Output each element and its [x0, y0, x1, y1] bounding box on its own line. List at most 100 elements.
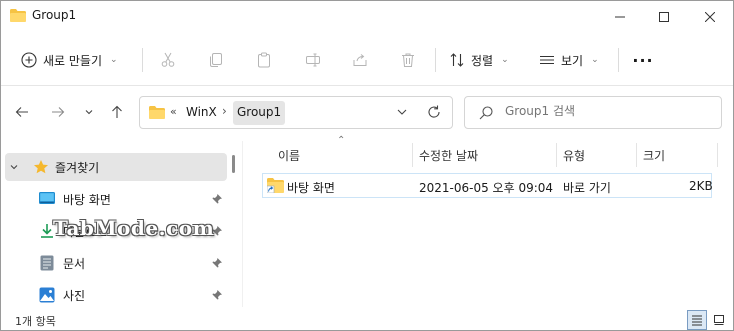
rename-icon	[306, 53, 320, 67]
details-view-icon	[692, 315, 702, 326]
pin-icon[interactable]	[211, 193, 223, 205]
sort-icon	[450, 53, 464, 67]
sidebar-item-documents[interactable]: 문서	[5, 249, 227, 277]
sidebar-item-desktop[interactable]: 바탕 화면	[5, 185, 227, 213]
file-modified: 2021-06-05 오후 09:04	[419, 181, 554, 195]
item-count: 1개 항목	[15, 315, 56, 328]
column-divider[interactable]	[412, 143, 413, 167]
maximize-button[interactable]	[641, 1, 687, 33]
scissors-icon	[161, 52, 175, 67]
pictures-icon	[39, 287, 55, 303]
address-bar[interactable]: « WinX › Group1	[139, 96, 453, 129]
overflow-chevron[interactable]: «	[170, 105, 177, 118]
column-header-modified[interactable]: 수정한 날짜	[419, 147, 478, 167]
refresh-icon[interactable]	[426, 104, 442, 120]
pin-icon[interactable]	[211, 257, 223, 269]
folder-icon	[149, 106, 165, 119]
command-bar: 새로 만들기 ⌄ 정렬 ⌄ 보기 ⌄ ···	[1, 39, 733, 81]
plus-circle-icon	[21, 52, 37, 68]
clipboard-icon	[258, 52, 270, 68]
folder-shortcut-icon	[267, 178, 284, 193]
new-button[interactable]: 새로 만들기 ⌄	[15, 45, 124, 75]
column-header-name[interactable]: 이름	[278, 147, 300, 167]
new-button-label: 새로 만들기	[43, 53, 103, 68]
pin-icon[interactable]	[211, 289, 223, 301]
chevron-down-icon: ⌄	[110, 55, 118, 65]
search-box[interactable]	[464, 96, 722, 129]
paste-button[interactable]	[252, 48, 276, 72]
pane-divider[interactable]	[242, 141, 243, 307]
view-list-icon	[540, 55, 554, 65]
column-header-type[interactable]: 유형	[563, 147, 585, 167]
share-button[interactable]	[348, 48, 372, 72]
more-icon: ···	[632, 50, 654, 70]
document-icon	[40, 255, 54, 271]
chevron-down-icon: ⌄	[501, 55, 509, 65]
sidebar-item-label: 즐겨찾기	[55, 160, 100, 175]
chevron-down-icon	[85, 110, 93, 115]
file-type: 바로 가기	[563, 181, 611, 195]
folder-icon	[10, 9, 26, 22]
large-icons-view-button[interactable]	[709, 310, 729, 330]
trash-icon	[402, 53, 414, 67]
divider	[435, 48, 436, 72]
column-divider[interactable]	[556, 143, 557, 167]
breadcrumb-winx[interactable]: WinX	[186, 105, 217, 119]
arrow-up-icon	[112, 105, 122, 118]
sort-label: 정렬	[471, 53, 494, 68]
sidebar-item-label: 바탕 화면	[63, 192, 111, 207]
sidebar-item-label: 문서	[63, 256, 86, 271]
divider	[618, 48, 619, 72]
view-label: 보기	[561, 53, 584, 68]
close-button[interactable]	[687, 1, 733, 33]
forward-button[interactable]	[46, 100, 70, 124]
desktop-icon	[39, 192, 55, 204]
column-header-size[interactable]: 크기	[643, 147, 665, 167]
breadcrumb-separator[interactable]: ›	[222, 104, 227, 118]
chevron-down-icon: ⌄	[591, 55, 599, 65]
minimize-button[interactable]	[597, 1, 643, 33]
search-input[interactable]	[505, 104, 705, 118]
copy-icon	[210, 53, 222, 67]
chevron-down-icon[interactable]	[394, 104, 410, 120]
view-button[interactable]: 보기 ⌄	[535, 45, 603, 75]
divider	[1, 85, 733, 86]
sort-button[interactable]: 정렬 ⌄	[445, 45, 513, 75]
details-view-button[interactable]	[687, 310, 707, 330]
sidebar-item-favorites[interactable]: 즐겨찾기	[5, 153, 227, 181]
table-row[interactable]: 바탕 화면 2021-06-05 오후 09:04 바로 가기 2KB	[262, 173, 713, 198]
sidebar-item-pictures[interactable]: 사진	[5, 281, 227, 309]
search-icon	[479, 106, 493, 120]
star-icon	[34, 160, 48, 174]
file-name: 바탕 화면	[287, 181, 335, 195]
close-icon	[705, 12, 715, 22]
explorer-window: Group1 새로 만들기 ⌄ 정렬 ⌄ 보기 ⌄ ··· « WinX › G…	[0, 0, 734, 331]
column-divider[interactable]	[636, 143, 637, 167]
minimize-icon	[615, 16, 625, 18]
chevron-down-icon[interactable]	[9, 162, 19, 172]
arrow-left-icon	[15, 107, 28, 117]
divider	[142, 48, 143, 72]
status-bar: 1개 항목	[1, 310, 733, 331]
share-icon	[353, 54, 367, 66]
arrow-right-icon	[52, 107, 65, 117]
maximize-icon	[659, 12, 669, 22]
more-options-button[interactable]: ···	[628, 45, 658, 75]
column-divider[interactable]	[717, 143, 718, 167]
cut-button[interactable]	[156, 48, 180, 72]
sidebar-item-label: 사진	[63, 288, 86, 303]
copy-button[interactable]	[204, 48, 228, 72]
large-icons-view-icon	[714, 315, 724, 325]
rename-button[interactable]	[301, 48, 325, 72]
breadcrumb-group1[interactable]: Group1	[233, 101, 286, 125]
file-size: 2KB	[689, 179, 713, 193]
up-button[interactable]	[105, 100, 129, 124]
recent-locations-button[interactable]	[77, 100, 101, 124]
sidebar-scrollbar[interactable]	[232, 155, 235, 173]
sort-ascending-icon: ⌃	[337, 135, 346, 146]
watermark: TabMode.com	[53, 216, 215, 240]
title-bar[interactable]: Group1	[1, 1, 733, 33]
delete-button[interactable]	[396, 48, 420, 72]
window-title: Group1	[32, 8, 77, 22]
back-button[interactable]	[10, 100, 34, 124]
